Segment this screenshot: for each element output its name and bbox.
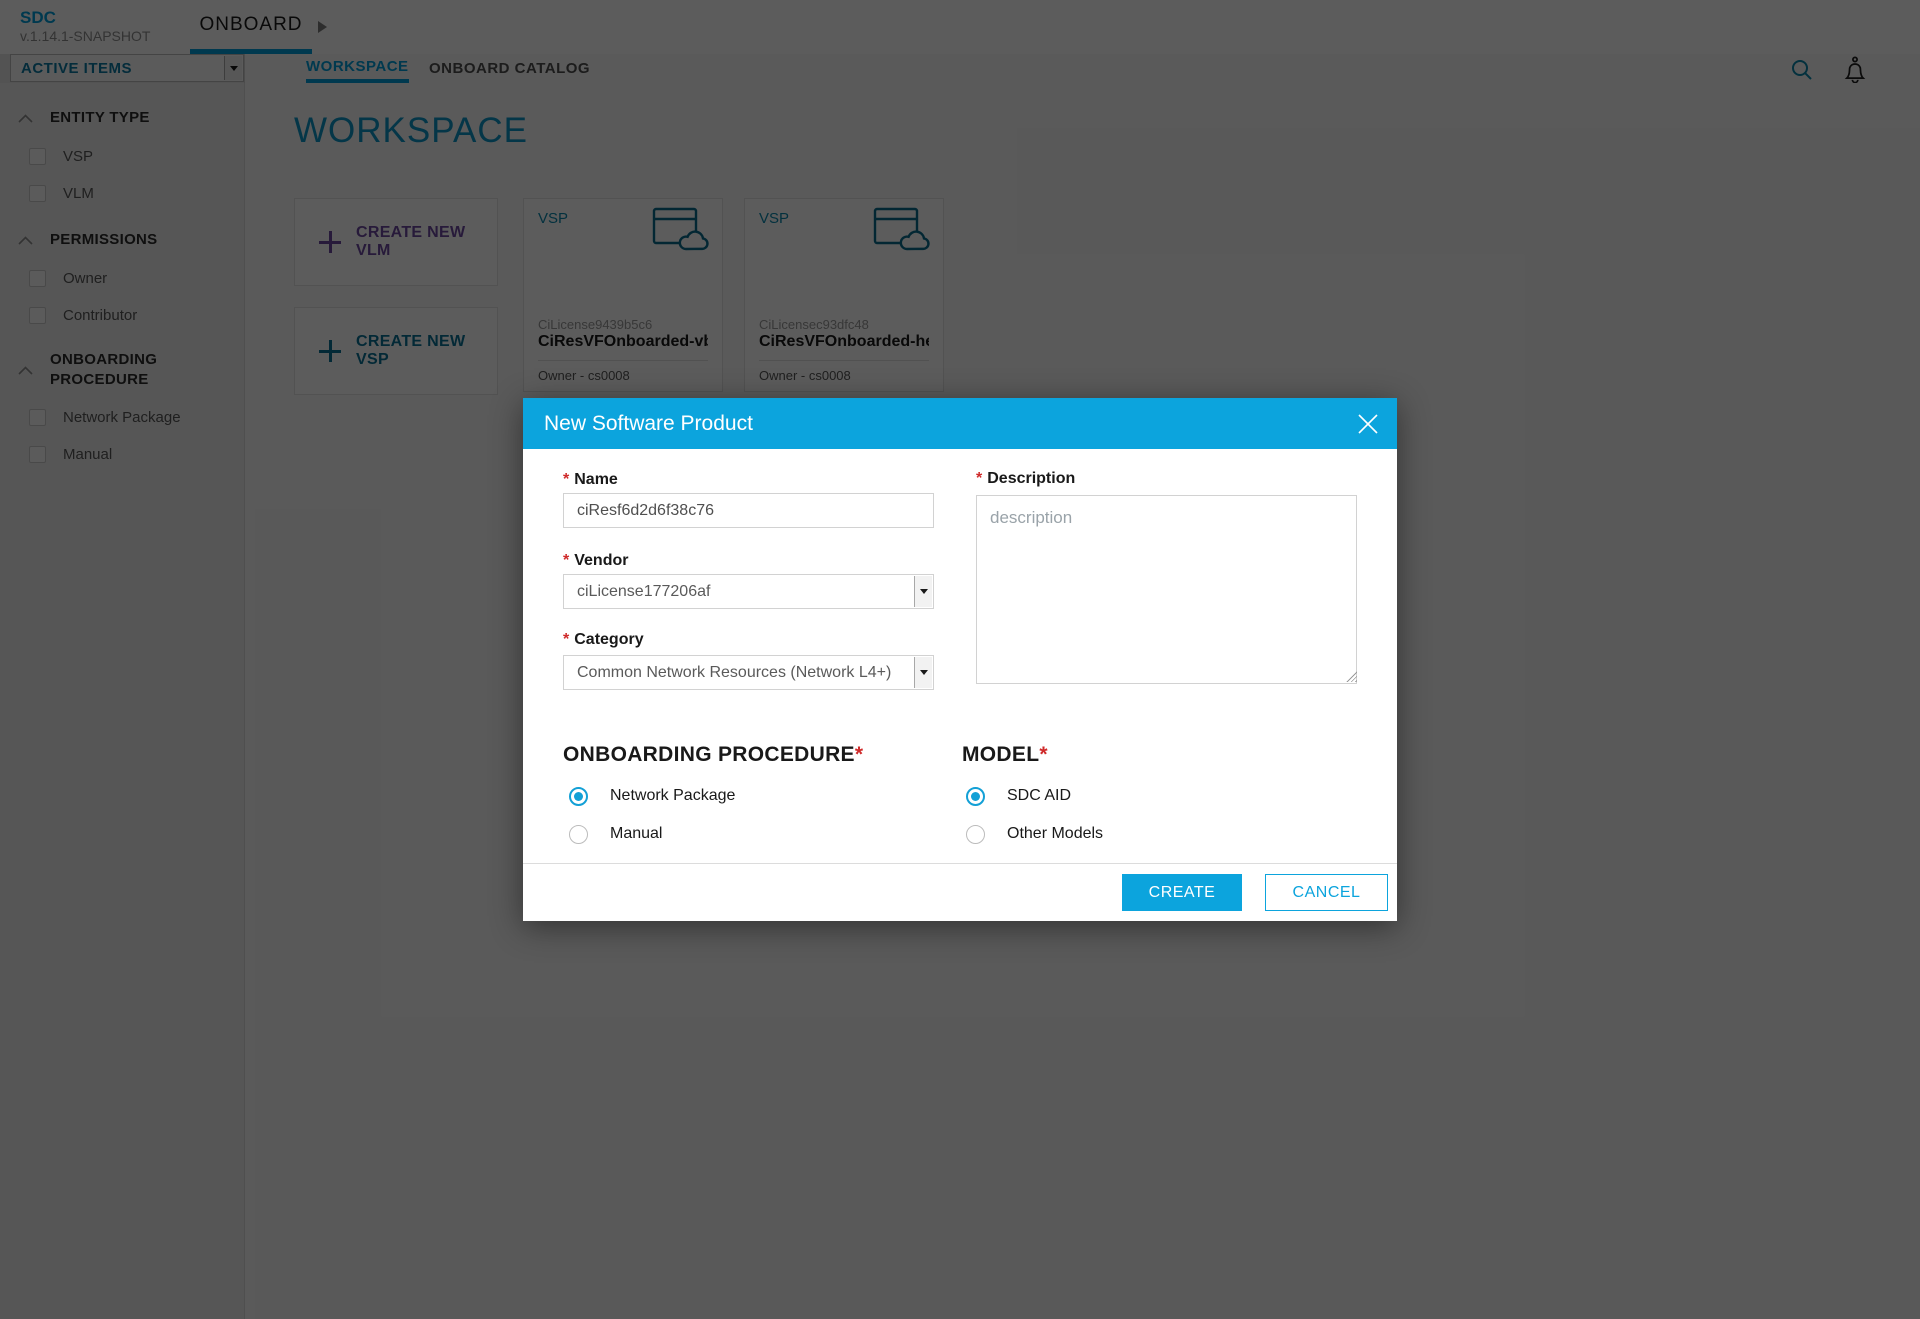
new-software-product-modal: New Software Product * Name * Vendor ciLic… bbox=[523, 398, 1397, 921]
description-textarea[interactable] bbox=[976, 495, 1357, 684]
radio-label: Manual bbox=[610, 825, 662, 843]
onboarding-procedure-title: ONBOARDING PROCEDURE bbox=[563, 743, 855, 766]
model-heading: MODEL* bbox=[962, 743, 1048, 767]
dropdown-arrow-icon[interactable] bbox=[914, 576, 932, 607]
radio-label: Other Models bbox=[1007, 825, 1103, 843]
vendor-select-value: ciLicense177206af bbox=[577, 583, 710, 601]
radio-manual[interactable]: Manual bbox=[569, 824, 662, 844]
radio-unselected-icon[interactable] bbox=[569, 825, 588, 844]
close-icon[interactable] bbox=[1355, 411, 1381, 437]
required-marker: * bbox=[563, 471, 569, 488]
required-marker: * bbox=[855, 743, 863, 766]
vendor-select[interactable]: ciLicense177206af bbox=[563, 574, 934, 609]
radio-label: SDC AID bbox=[1007, 787, 1071, 805]
modal-body: * Name * Vendor ciLicense177206af * Categor… bbox=[523, 449, 1397, 863]
radio-network-package[interactable]: Network Package bbox=[569, 786, 735, 806]
name-label-text: Name bbox=[574, 471, 618, 488]
name-input[interactable] bbox=[563, 493, 934, 528]
radio-other-models[interactable]: Other Models bbox=[966, 824, 1103, 844]
dropdown-arrow-icon[interactable] bbox=[914, 657, 932, 688]
required-marker: * bbox=[1039, 743, 1047, 766]
required-marker: * bbox=[563, 552, 569, 569]
description-label: * Description bbox=[976, 470, 1075, 488]
modal-title: New Software Product bbox=[544, 412, 753, 436]
onboarding-procedure-heading: ONBOARDING PROCEDURE* bbox=[563, 743, 863, 767]
radio-unselected-icon[interactable] bbox=[966, 825, 985, 844]
vendor-label-text: Vendor bbox=[574, 552, 628, 569]
vendor-label: * Vendor bbox=[563, 552, 628, 570]
description-label-text: Description bbox=[987, 470, 1075, 487]
required-marker: * bbox=[976, 470, 982, 487]
category-label-text: Category bbox=[574, 631, 643, 648]
create-button[interactable]: CREATE bbox=[1122, 874, 1242, 911]
category-select-value: Common Network Resources (Network L4+) bbox=[577, 664, 891, 682]
radio-selected-icon[interactable] bbox=[966, 787, 985, 806]
model-title: MODEL bbox=[962, 743, 1039, 766]
name-label: * Name bbox=[563, 471, 618, 489]
radio-label: Network Package bbox=[610, 787, 735, 805]
required-marker: * bbox=[563, 631, 569, 648]
category-select[interactable]: Common Network Resources (Network L4+) bbox=[563, 655, 934, 690]
category-label: * Category bbox=[563, 631, 644, 649]
modal-header: New Software Product bbox=[523, 398, 1397, 449]
radio-sdc-aid[interactable]: SDC AID bbox=[966, 786, 1071, 806]
radio-selected-icon[interactable] bbox=[569, 787, 588, 806]
cancel-button[interactable]: CANCEL bbox=[1265, 874, 1388, 911]
modal-footer: CREATE CANCEL bbox=[523, 863, 1397, 921]
